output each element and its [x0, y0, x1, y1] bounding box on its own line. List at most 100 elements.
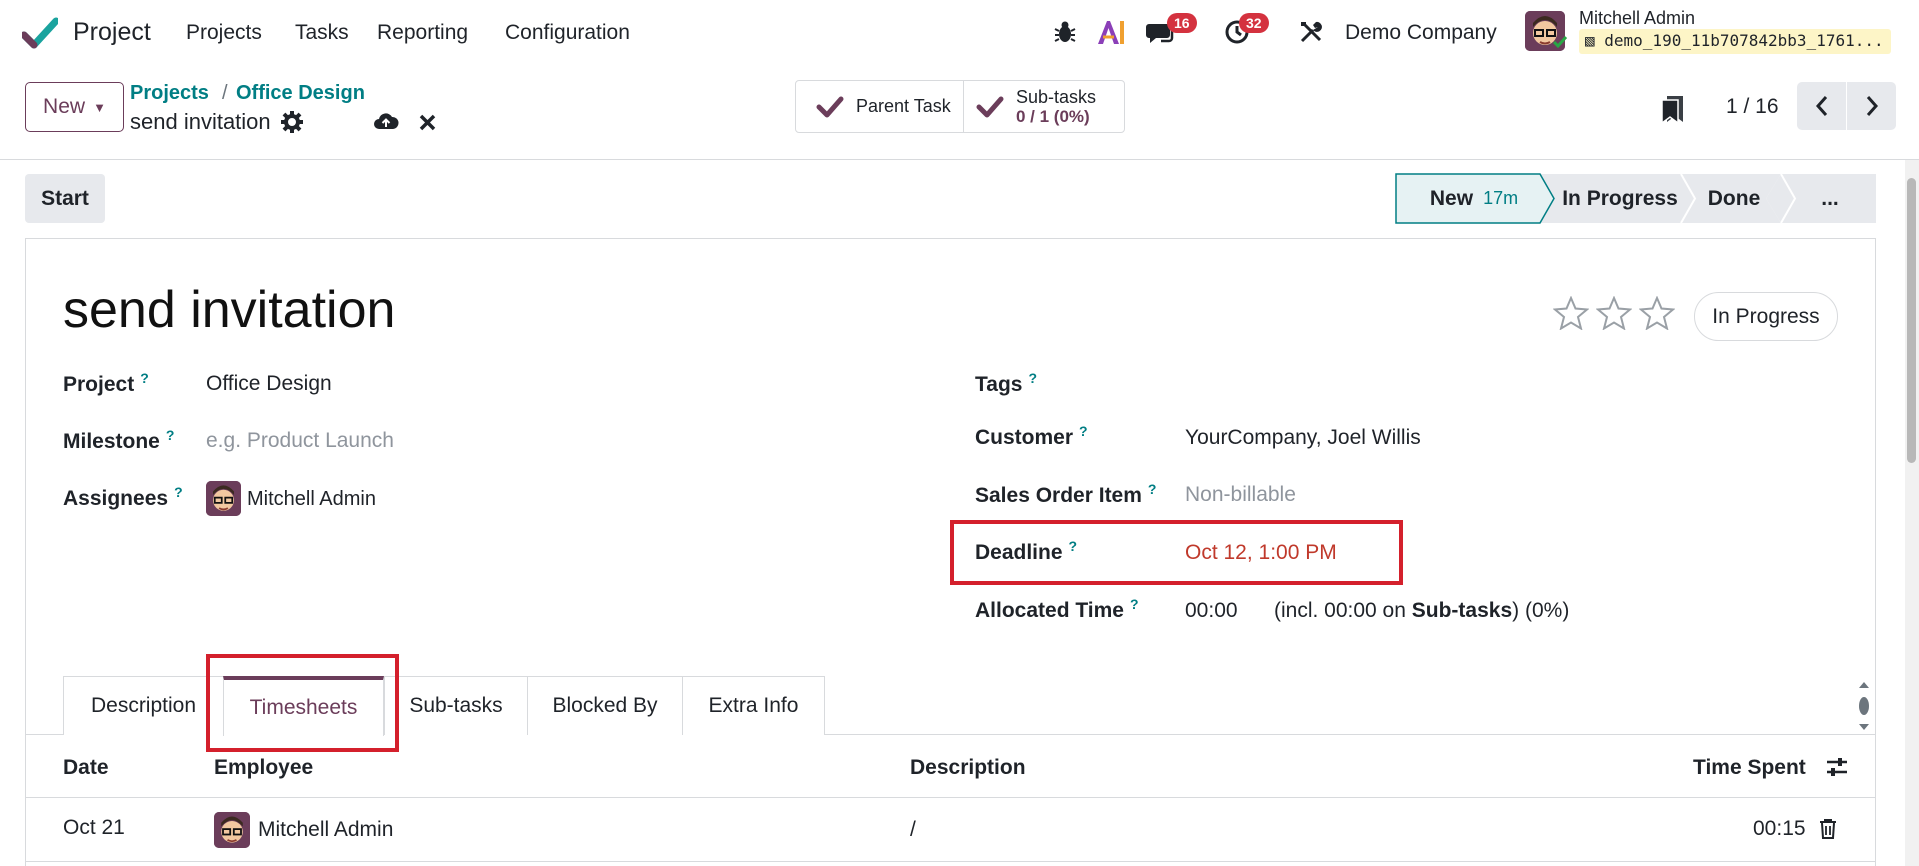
help-mark[interactable]: ? [1069, 538, 1078, 554]
tags-label-text: Tags [975, 373, 1023, 396]
stage-more[interactable]: ... [1790, 173, 1870, 224]
new-button-label: New [43, 95, 86, 118]
sales-order-item-label-text: Sales Order Item [975, 484, 1142, 507]
allocated-time-input[interactable]: 00:00 [1185, 599, 1238, 623]
menu-projects[interactable]: Projects [186, 21, 262, 45]
caret-down-icon: ▼ [93, 99, 106, 115]
stage-new-duration: 17m [1483, 188, 1519, 208]
project-field-label: Project? [63, 370, 149, 397]
breadcrumb-separator: / [222, 82, 228, 104]
help-mark[interactable]: ? [174, 484, 183, 500]
milestone-input[interactable]: e.g. Product Launch [206, 429, 394, 453]
priority-star-icon-3[interactable] [1639, 296, 1675, 330]
tabs-scroll-handle-icon[interactable] [1857, 680, 1871, 732]
stage-done-label: Done [1707, 186, 1761, 210]
trash-icon[interactable] [1819, 818, 1837, 839]
assignee-name[interactable]: Mitchell Admin [247, 488, 376, 511]
customer-field-label: Customer? [975, 423, 1088, 450]
stage-new[interactable]: New 17m [1395, 173, 1553, 224]
help-mark[interactable]: ? [1148, 481, 1157, 497]
tab-description[interactable]: Description [63, 676, 224, 735]
stage-done[interactable]: Done [1695, 173, 1773, 224]
bug-icon[interactable] [1054, 20, 1076, 44]
sales-order-item-input[interactable]: Non-billable [1185, 483, 1296, 507]
customer-label-text: Customer [975, 426, 1074, 449]
tab-sub-tasks[interactable]: Sub-tasks [384, 676, 528, 735]
priority-star-icon-2[interactable] [1596, 296, 1632, 330]
customer-field-value[interactable]: YourCompany, Joel Willis [1185, 426, 1421, 450]
stage-in-progress[interactable]: In Progress [1553, 173, 1687, 224]
check-icon [976, 96, 1004, 117]
menu-reporting[interactable]: Reporting [377, 21, 468, 45]
database-icon: ▧ [1585, 31, 1605, 50]
stage-new-label: New [1429, 186, 1474, 210]
milestone-label-text: Milestone [63, 430, 160, 453]
parent-task-label: Parent Task [856, 96, 951, 116]
gear-icon[interactable] [281, 111, 303, 133]
parent-task-button[interactable]: Parent Task [795, 80, 964, 133]
database-chip: ▧ demo_190_11b707842bb3_1761... [1579, 29, 1891, 54]
pager-previous-button[interactable] [1797, 82, 1846, 130]
row-description[interactable]: / [910, 818, 916, 842]
cloud-upload-icon[interactable] [373, 110, 399, 132]
project-label-text: Project [63, 373, 135, 396]
tab-sub-tasks-label: Sub-tasks [409, 694, 503, 717]
breadcrumb-office-design[interactable]: Office Design [236, 82, 365, 105]
project-app-logo-icon[interactable] [22, 15, 58, 49]
tab-description-label: Description [90, 694, 197, 717]
column-header-employee[interactable]: Employee [214, 756, 313, 780]
assignee-avatar-icon [206, 481, 241, 516]
pager-next-button[interactable] [1847, 82, 1896, 130]
deadline-field-label: Deadline? [975, 538, 1077, 565]
help-mark[interactable]: ? [140, 370, 149, 386]
column-header-time-spent[interactable]: Time Spent [1693, 756, 1806, 780]
help-mark[interactable]: ? [1130, 596, 1139, 612]
subtasks-value: 0 / 1 (0%) [1016, 106, 1090, 126]
column-header-description[interactable]: Description [910, 756, 1026, 780]
breadcrumb-projects[interactable]: Projects [130, 82, 209, 105]
breadcrumb-current-record: send invitation [130, 109, 271, 134]
company-switcher[interactable]: Demo Company [1345, 21, 1497, 45]
assignees-field-label: Assignees? [63, 484, 183, 511]
start-button[interactable]: Start [25, 174, 105, 223]
help-mark[interactable]: ? [1028, 370, 1037, 386]
assignee-avatar [206, 481, 241, 516]
database-name: demo_190_11b707842bb3_1761... [1604, 31, 1884, 50]
user-name[interactable]: Mitchell Admin [1579, 8, 1695, 29]
row-date[interactable]: Oct 21 [63, 816, 125, 840]
deadline-field-value[interactable]: Oct 12, 1:00 PM [1185, 541, 1337, 565]
pager-value[interactable]: 1 / 16 [1726, 95, 1779, 119]
project-field-value[interactable]: Office Design [206, 372, 332, 396]
chevron-left-icon [1815, 96, 1827, 116]
column-header-date[interactable]: Date [63, 756, 109, 780]
page-scrollbar-thumb[interactable] [1907, 178, 1916, 463]
messages-count-badge: 16 [1167, 13, 1197, 33]
menu-configuration[interactable]: Configuration [505, 21, 630, 45]
table-row-divider [25, 861, 1876, 862]
row-time-spent[interactable]: 00:15 [1753, 817, 1806, 841]
help-mark[interactable]: ? [1079, 423, 1088, 439]
ai-icon[interactable] [1096, 18, 1126, 46]
tab-blocked-by[interactable]: Blocked By [527, 676, 683, 735]
tab-extra-info[interactable]: Extra Info [682, 676, 825, 735]
task-title[interactable]: send invitation [63, 280, 395, 340]
row-employee[interactable]: Mitchell Admin [258, 818, 393, 842]
optional-columns-toggle-icon[interactable] [1825, 756, 1849, 778]
subtasks-label: Sub-tasks [1016, 86, 1097, 107]
bookmark-icon[interactable] [1660, 95, 1686, 124]
help-mark[interactable]: ? [166, 427, 175, 443]
employee-avatar-icon [214, 812, 250, 848]
app-name[interactable]: Project [73, 18, 151, 47]
discard-close-icon[interactable] [419, 114, 436, 131]
deadline-label-text: Deadline [975, 541, 1063, 564]
task-state-button[interactable]: In Progress [1694, 292, 1838, 341]
new-button[interactable]: New ▼ [25, 82, 124, 132]
menu-tasks[interactable]: Tasks [295, 21, 349, 45]
tab-timesheets[interactable]: Timesheets [223, 676, 384, 736]
priority-star-icon-1[interactable] [1553, 296, 1589, 330]
chevron-right-icon [1866, 96, 1878, 116]
subtasks-smart-button[interactable]: Sub-tasks 0 / 1 (0%) [963, 80, 1125, 133]
tools-icon[interactable] [1299, 20, 1323, 44]
header-divider [0, 159, 1919, 160]
allocated-incl-post: ) (0%) [1512, 599, 1570, 622]
